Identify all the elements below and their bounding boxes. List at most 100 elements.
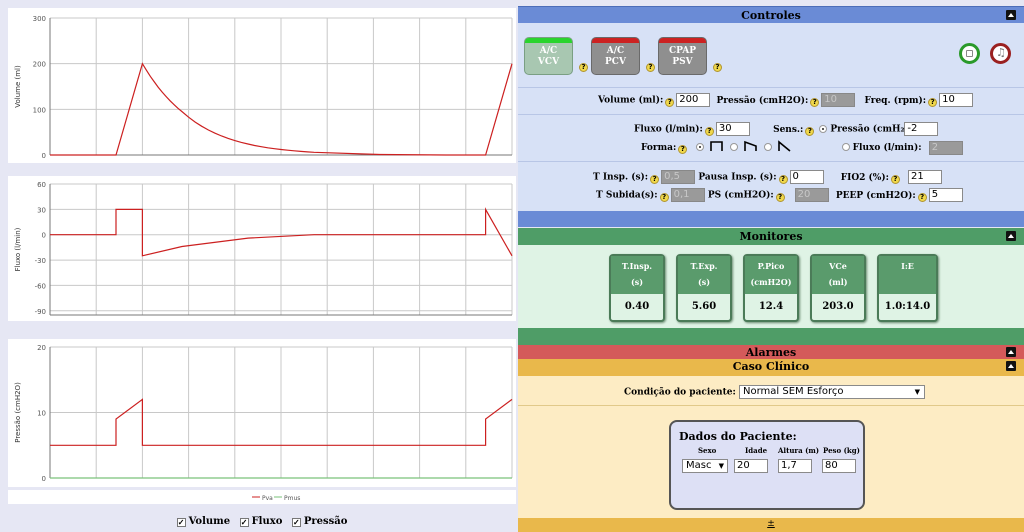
volume-chart-svg: 300 200 100 0 Volume (ml) bbox=[14, 15, 513, 160]
sens-pressao-radio[interactable] bbox=[819, 124, 828, 133]
mode-cpap-psv-button[interactable]: CPAP PSV bbox=[658, 37, 707, 75]
monitores-header[interactable]: Monitores bbox=[518, 228, 1024, 245]
forma-decel-radio[interactable] bbox=[729, 143, 738, 151]
row-forma: Forma:? Fluxo (l/min): 2 bbox=[641, 140, 1024, 155]
pressure-legend: Pva Pmus bbox=[8, 490, 516, 504]
flow-checkbox[interactable]: ✓ bbox=[239, 518, 249, 527]
y-tick-label: 60 bbox=[37, 181, 46, 189]
row-condicao: Condição do paciente: Normal SEM Esforço… bbox=[624, 385, 1024, 399]
y-tick-label: 100 bbox=[33, 106, 46, 114]
alarmes-header[interactable]: Alarmes bbox=[518, 345, 1024, 359]
freq-label: Freq. (rpm): bbox=[864, 95, 927, 106]
legend-pva-label: Pva bbox=[262, 495, 273, 502]
flow-checkbox-label: Fluxo bbox=[251, 516, 283, 527]
mode-ac-vcv-button[interactable]: A/C VCV bbox=[524, 37, 573, 75]
tinsp-help-icon[interactable]: ? bbox=[650, 174, 660, 184]
graphs-panel: 300 200 100 0 Volume (ml) 60 30 0 -30 -60 -90 Flux… bbox=[0, 0, 518, 532]
volume-chart: 300 200 100 0 Volume (ml) bbox=[8, 8, 516, 163]
altura-input[interactable]: 1,7 bbox=[778, 459, 812, 473]
mode-ac-vcv-line2: VCV bbox=[537, 57, 560, 67]
pausa-help-icon[interactable]: ? bbox=[778, 174, 788, 184]
y-axis-label: Fluxo (l/min) bbox=[14, 227, 22, 271]
sens-pressao-input[interactable]: -2 bbox=[904, 122, 939, 136]
monitor-vce-label: VCe bbox=[829, 261, 847, 271]
fluxo-label: Fluxo (l/min): bbox=[634, 124, 703, 135]
ps-input[interactable]: 20 bbox=[794, 188, 829, 202]
controles-title: Controles bbox=[741, 9, 801, 22]
freq-help-icon[interactable]: ? bbox=[928, 97, 938, 107]
fluxo-input[interactable]: 30 bbox=[715, 122, 750, 136]
caso-collapse-icon[interactable] bbox=[1006, 361, 1016, 371]
fio2-help-icon[interactable]: ? bbox=[890, 174, 900, 184]
monitor-vce-unit: (ml) bbox=[828, 277, 848, 287]
tsubida-help-icon[interactable]: ? bbox=[659, 192, 669, 202]
idade-input[interactable]: 20 bbox=[734, 459, 768, 473]
ps-help-icon[interactable]: ? bbox=[775, 192, 785, 202]
row-volume-pressure-freq: Volume (ml):? 200 Pressão (cmH2O):? 10 Fre… bbox=[598, 93, 1024, 107]
mode-cpap-psv-help-icon[interactable]: ? bbox=[713, 63, 722, 72]
pressao-input[interactable]: 10 bbox=[821, 93, 856, 107]
patient-data-box: Dados do Paciente: Sexo Idade Altura (m)… bbox=[669, 420, 865, 510]
pressao-help-icon[interactable]: ? bbox=[810, 97, 820, 107]
sens-fluxo-radio[interactable] bbox=[841, 143, 850, 151]
controles-collapse-icon[interactable] bbox=[1006, 10, 1016, 20]
mode-ac-vcv-help-icon[interactable]: ? bbox=[579, 63, 588, 72]
condicao-select[interactable]: Normal SEM Esforço ▼ bbox=[738, 385, 925, 399]
pausa-input[interactable]: 0 bbox=[789, 170, 824, 184]
control-panel: Controles A/C VCV ? A/C PCV ? CPAP PSV ?… bbox=[518, 0, 1024, 532]
peep-input[interactable]: 5 bbox=[928, 188, 963, 202]
mode-ac-pcv-button[interactable]: A/C PCV bbox=[591, 37, 640, 75]
volume-checkbox[interactable]: ✓ bbox=[176, 518, 186, 527]
forma-ramp-radio[interactable] bbox=[764, 143, 773, 151]
y-tick-label: -30 bbox=[35, 257, 46, 265]
volume-help-icon[interactable]: ? bbox=[665, 97, 675, 107]
monitores-footer-bar bbox=[518, 328, 1024, 345]
forma-help-icon[interactable]: ? bbox=[678, 145, 688, 154]
mode-ac-vcv-line1: A/C bbox=[539, 46, 558, 56]
volume-checkbox-label: Volume bbox=[188, 516, 231, 527]
monitores-collapse-icon[interactable] bbox=[1006, 231, 1016, 241]
monitor-tinsp-label: T.Insp. bbox=[621, 261, 653, 271]
condicao-select-value: Normal SEM Esforço bbox=[742, 386, 844, 397]
y-tick-label: -90 bbox=[35, 308, 46, 316]
expand-icon[interactable]: ± bbox=[767, 519, 775, 529]
y-tick-label: 30 bbox=[37, 206, 46, 214]
sens-help-icon[interactable]: ? bbox=[805, 126, 815, 136]
tinsp-input[interactable]: 0,5 bbox=[661, 170, 696, 184]
alarmes-collapse-icon[interactable] bbox=[1006, 347, 1016, 357]
ps-label: PS (cmH2O): bbox=[707, 190, 774, 201]
fio2-input[interactable]: 21 bbox=[907, 170, 942, 184]
ramp-wave-icon bbox=[778, 140, 791, 152]
tsubida-input[interactable]: 0,1 bbox=[670, 188, 705, 202]
y-tick-label: 0 bbox=[42, 475, 46, 483]
controles-header[interactable]: Controles bbox=[518, 6, 1024, 23]
mode-ac-pcv-line1: A/C bbox=[606, 46, 625, 56]
start-stop-button[interactable] bbox=[959, 43, 980, 64]
freq-input[interactable]: 10 bbox=[939, 93, 974, 107]
pressure-checkbox[interactable]: ✓ bbox=[291, 518, 301, 527]
forma-square-radio[interactable] bbox=[695, 143, 704, 151]
sexo-select[interactable]: Masc ▼ bbox=[682, 459, 728, 473]
fluxo-help-icon[interactable]: ? bbox=[704, 126, 714, 136]
expand-footer-bar[interactable]: ± bbox=[518, 518, 1024, 532]
sound-button[interactable]: ♫ bbox=[990, 43, 1011, 64]
tsubida-label: T Subida(s): bbox=[596, 190, 658, 201]
y-tick-label: 0 bbox=[42, 232, 46, 240]
volume-input[interactable]: 200 bbox=[676, 93, 711, 107]
y-tick-label: 0 bbox=[42, 152, 46, 160]
sens-label: Sens.: bbox=[773, 124, 804, 135]
fio2-label: FIO2 (%): bbox=[840, 172, 889, 183]
mode-ac-pcv-help-icon[interactable]: ? bbox=[646, 63, 655, 72]
caso-header[interactable]: Caso Clínico bbox=[518, 359, 1024, 376]
sens-fluxo-input[interactable]: 2 bbox=[928, 140, 963, 155]
caso-title: Caso Clínico bbox=[732, 360, 810, 373]
sens-pressao-label: Pressão (cmH₂ bbox=[830, 124, 905, 135]
sexo-chevron-down-icon: ▼ bbox=[718, 462, 724, 470]
forma-label: Forma: bbox=[641, 143, 677, 153]
peso-input[interactable]: 80 bbox=[822, 459, 856, 473]
peep-help-icon[interactable]: ? bbox=[917, 192, 927, 202]
monitor-ie: I:E 1.0:14.0 bbox=[877, 254, 938, 322]
flow-chart: 60 30 0 -30 -60 -90 Fluxo (l/min) bbox=[8, 176, 516, 321]
mode-ac-pcv-line2: PCV bbox=[605, 57, 626, 67]
legend-pmus-label: Pmus bbox=[284, 495, 300, 502]
